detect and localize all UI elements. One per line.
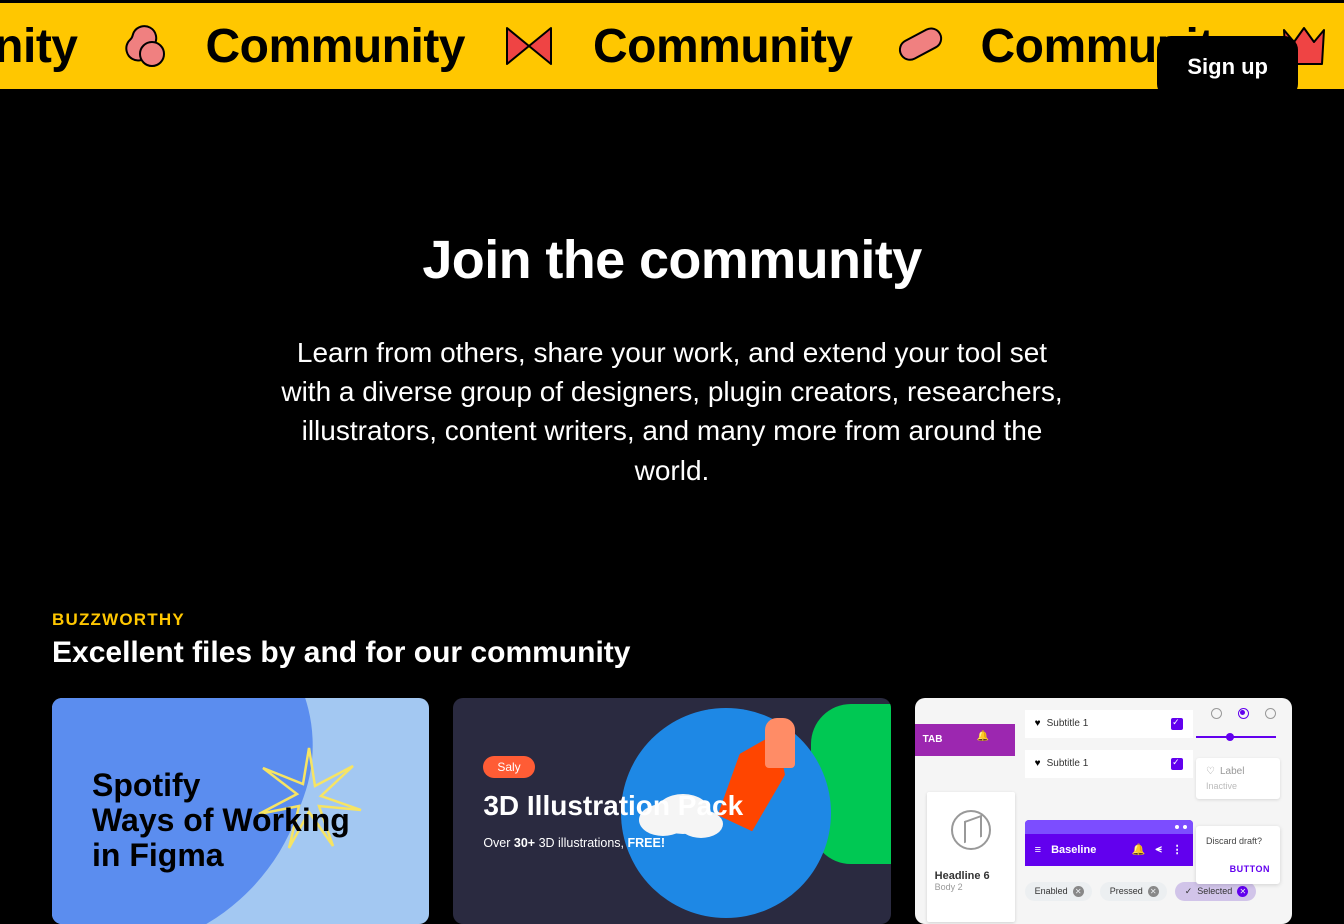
more-icon: ⋮ xyxy=(1172,843,1183,856)
card-3d-illustration[interactable]: Saly 3D Illustration Pack Over 30+ 3D il… xyxy=(453,698,890,924)
baseline-appbar: ≡ Baseline 🔔 ⪪ ⋮ xyxy=(1025,820,1193,866)
card-spotify-title: Spotify Ways of Working in Figma xyxy=(92,768,350,874)
hero-subheading: Learn from others, share your work, and … xyxy=(272,333,1072,490)
close-icon: ✕ xyxy=(1073,886,1084,897)
heart-icon: ♥ xyxy=(1035,758,1041,769)
material-tab: TAB xyxy=(915,724,1015,756)
buzzworthy-section: BUZZWORTHY Excellent files by and for ou… xyxy=(0,610,1344,924)
appbar-dots xyxy=(1025,820,1193,834)
material-card: Headline 6 Body 2 xyxy=(927,792,1015,922)
close-icon: ✕ xyxy=(1237,886,1248,897)
bell-icon: 🔔 xyxy=(1132,843,1146,856)
list-item: ♥ Subtitle 1 xyxy=(1025,710,1193,738)
marquee-word: Community xyxy=(206,19,466,74)
card-saly-subtitle: Over 30+ 3D illustrations, FREE! xyxy=(483,836,860,850)
share-icon: ⪪ xyxy=(1155,843,1161,856)
heart-outline-icon: ♡ xyxy=(1206,766,1215,777)
marquee-track: Community Community Community Community … xyxy=(0,18,1344,74)
marquee-word: Community xyxy=(0,19,78,74)
card-title-line: Ways of Working xyxy=(92,802,350,838)
chip-selected: Selected✕ xyxy=(1175,882,1257,901)
bowtie-icon xyxy=(501,18,557,74)
card-title-line: Spotify xyxy=(92,767,200,803)
bell-icon: 🔔 xyxy=(977,731,989,742)
community-marquee: Community Community Community Community … xyxy=(0,3,1344,89)
checkbox-icon xyxy=(1171,758,1183,770)
dialog-text: Discard draft? xyxy=(1206,836,1270,846)
card-material-design[interactable]: TAB 🔔 ♥ Subtitle 1 ♥ Subtitle 1 Headline… xyxy=(915,698,1292,924)
section-title: Excellent files by and for our community xyxy=(52,636,1292,670)
radio-selected-icon xyxy=(1238,708,1249,719)
heart-icon: ♥ xyxy=(1035,718,1041,729)
list-item: ♥ Subtitle 1 xyxy=(1025,750,1193,778)
material-logo-icon xyxy=(951,810,991,850)
radio-group xyxy=(1211,708,1276,719)
pill-icon xyxy=(889,18,945,74)
dialog-button: BUTTON xyxy=(1206,864,1270,874)
section-eyebrow: BUZZWORTHY xyxy=(52,610,1292,630)
body-text: Body 2 xyxy=(935,882,963,892)
saly-pill: Saly xyxy=(483,756,534,778)
chip-enabled: Enabled✕ xyxy=(1025,882,1092,901)
chip-pressed: Pressed✕ xyxy=(1100,882,1167,901)
headline-text: Headline 6 xyxy=(935,870,990,882)
close-icon: ✕ xyxy=(1148,886,1159,897)
card-grid: Spotify Ways of Working in Figma Saly 3D… xyxy=(52,698,1292,924)
checkbox-icon xyxy=(1171,718,1183,730)
hero-heading: Join the community xyxy=(0,229,1344,291)
dialog: Discard draft? BUTTON xyxy=(1196,826,1280,884)
card-saly-title: 3D Illustration Pack xyxy=(483,790,860,822)
card-spotify[interactable]: Spotify Ways of Working in Figma xyxy=(52,698,429,924)
person-icon xyxy=(765,718,795,768)
chip-row: Enabled✕ Pressed✕ Selected✕ xyxy=(1025,882,1257,901)
sign-up-button[interactable]: Sign up xyxy=(1157,36,1298,98)
radio-icon xyxy=(1265,708,1276,719)
card-title-line: in Figma xyxy=(92,837,224,873)
hero-section: Join the community Learn from others, sh… xyxy=(0,89,1344,610)
marquee-word: Community xyxy=(593,19,853,74)
peanut-icon xyxy=(114,18,170,74)
text-field: ♡Label Inactive xyxy=(1196,758,1280,799)
slider-icon xyxy=(1196,736,1276,738)
radio-icon xyxy=(1211,708,1222,719)
